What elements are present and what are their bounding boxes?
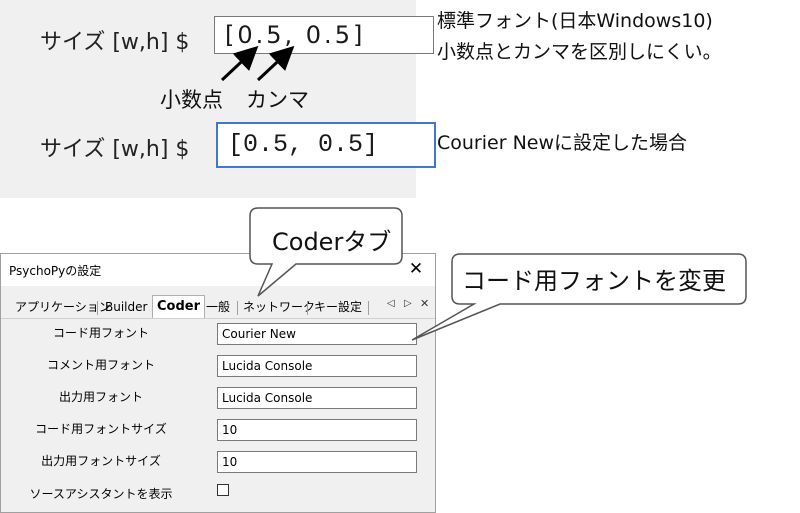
output-font-label: 出力用フォント xyxy=(58,390,143,404)
size-value-courier-font[interactable]: [0.5, 0.5] xyxy=(216,122,436,168)
courier-font-note: Courier Newに設定した場合 xyxy=(437,132,688,154)
tab-close-icon[interactable]: ✕ xyxy=(420,297,429,310)
tab-prev-icon[interactable]: ◁ xyxy=(387,298,395,309)
default-font-note-line2: 小数点とカンマを区別しにくい。 xyxy=(437,41,722,63)
output-font-size-input[interactable]: 10 xyxy=(217,451,417,473)
size-label-courier: サイズ [w,h] $ xyxy=(40,137,190,162)
dialog-titlebar: PsychoPyの設定 ✕ xyxy=(1,254,435,286)
tab-bar: アプリケーション Builder Coder 一般 ネットワーク キー設定 xyxy=(1,294,435,319)
source-assistant-checkbox[interactable] xyxy=(217,484,229,496)
tab-keybindings[interactable]: キー設定 xyxy=(314,298,362,317)
change-font-callout: コード用フォントを変更 xyxy=(462,267,726,295)
close-icon[interactable]: ✕ xyxy=(405,258,427,280)
code-font-size-input[interactable]: 10 xyxy=(217,419,417,441)
tab-separator xyxy=(237,301,238,315)
source-assistant-label: ソースアシスタントを表示 xyxy=(29,487,173,501)
tab-coder[interactable]: Coder xyxy=(152,295,206,318)
tab-general[interactable]: 一般 xyxy=(206,298,230,317)
output-font-input[interactable]: Lucida Console xyxy=(217,387,417,409)
dialog-title: PsychoPyの設定 xyxy=(9,264,102,278)
default-font-note: 標準フォント(日本Windows10) 小数点とカンマを区別しにくい。 xyxy=(437,6,722,68)
arrow-icon xyxy=(220,45,295,82)
tab-separator xyxy=(307,301,308,315)
comment-font-input[interactable]: Lucida Console xyxy=(217,355,417,377)
coder-tab-callout: Coderタブ xyxy=(272,228,392,256)
tab-separator xyxy=(97,301,98,315)
default-font-note-line1: 標準フォント(日本Windows10) xyxy=(437,10,713,32)
comment-font-label: コメント用フォント xyxy=(46,358,155,372)
tab-builder[interactable]: Builder xyxy=(105,298,147,317)
code-font-size-label: コード用フォントサイズ xyxy=(35,422,167,436)
code-font-input[interactable]: Courier New xyxy=(217,323,417,345)
output-font-size-label: 出力用フォントサイズ xyxy=(41,454,161,468)
tab-next-icon[interactable]: ▷ xyxy=(404,298,412,309)
tab-separator xyxy=(368,301,369,315)
preferences-dialog: PsychoPyの設定 ✕ アプリケーション Builder Coder 一般 … xyxy=(0,253,436,513)
font-comparison-panel: サイズ [w,h] $ [0.5, 0.5] 小数点 カンマ サイズ [w,h]… xyxy=(0,0,436,198)
code-font-label: コード用フォント xyxy=(52,326,149,340)
tab-network[interactable]: ネットワーク xyxy=(243,298,315,317)
